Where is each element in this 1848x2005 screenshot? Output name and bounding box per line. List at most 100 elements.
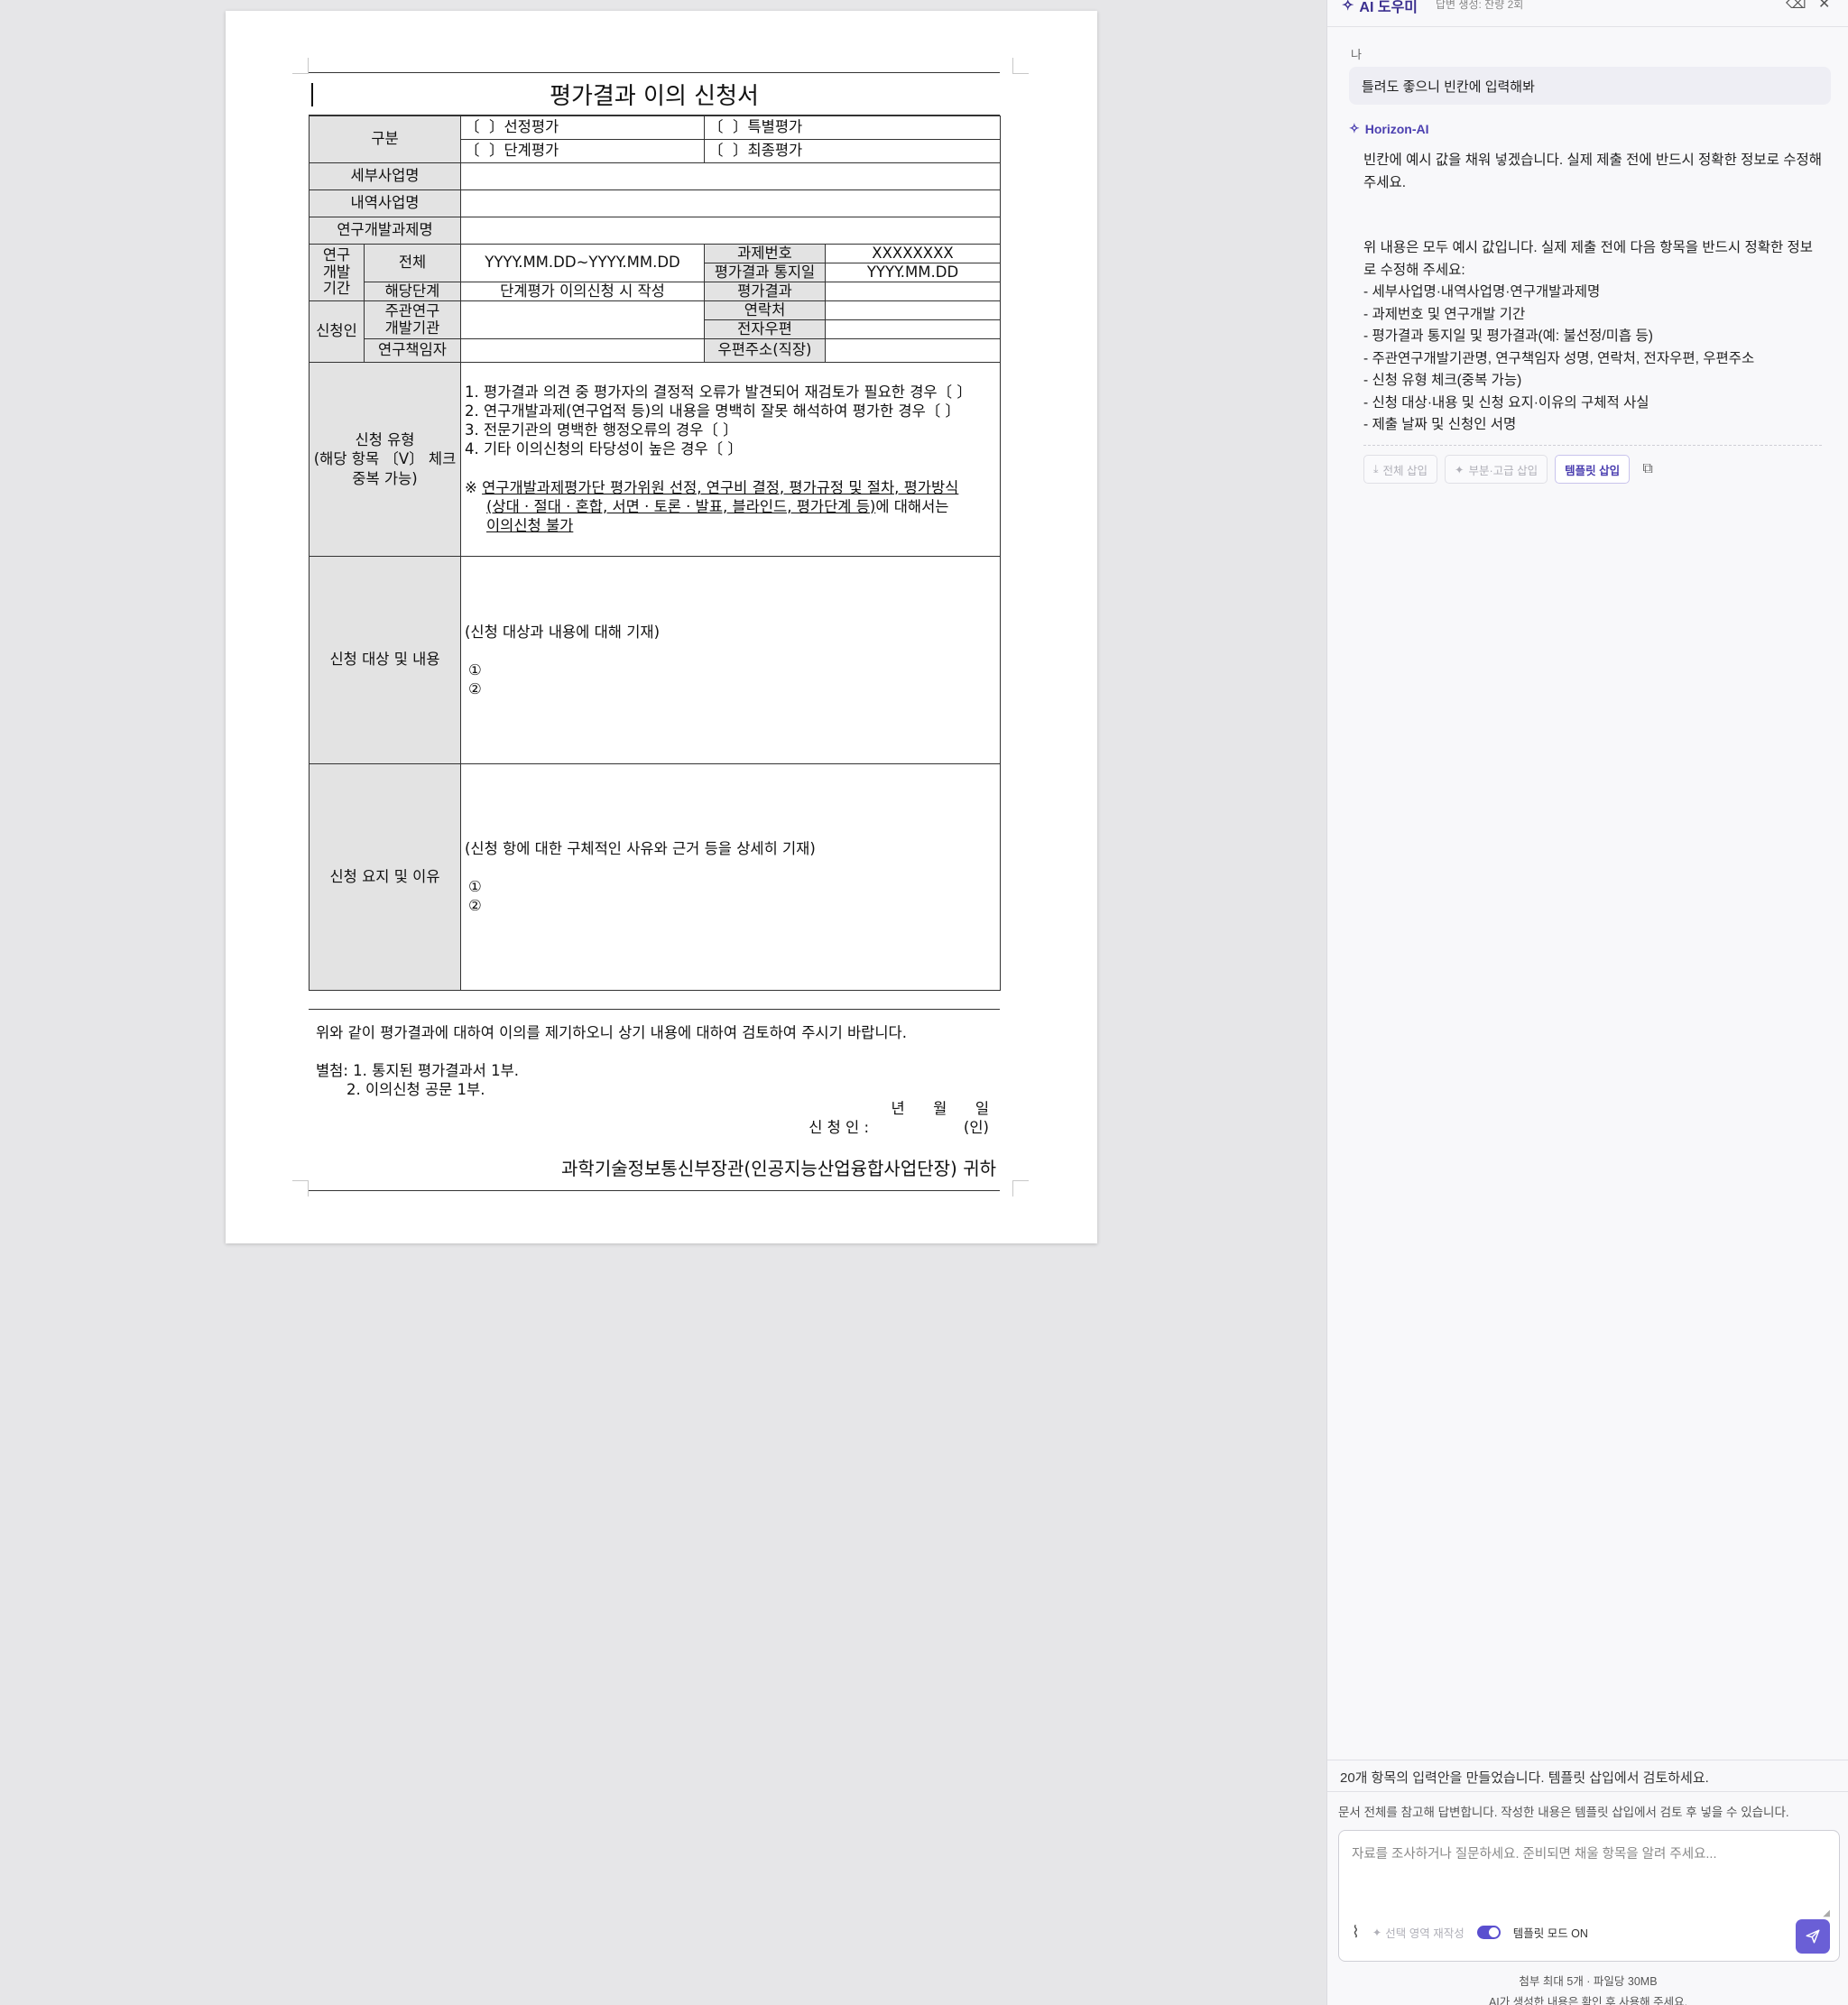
item-business-label: 내역사업명 [309,189,461,217]
divider [1363,445,1822,446]
reason-hint: (신청 항에 대한 구체적인 사유와 근거 등을 상세히 기재) [465,840,816,857]
target-content-label: 신청 대상 및 내용 [309,556,461,764]
type-note: ※ 연구개발과제평가단 평가위원 선정, 연구비 결정, 평가규정 및 절차, … [465,478,959,534]
option-special-eval[interactable]: 〔 〕특별평가 [704,115,1001,140]
statement-text: 위와 같이 평가결과에 대하여 이의를 제기하오니 상기 내용에 대하여 검토하… [316,1024,907,1041]
address-label: 우편주소(직장) [704,338,826,363]
email-field[interactable] [825,319,1001,339]
crop-mark [1012,1180,1029,1197]
ai-list-item: - 세부사업명·내역사업명·연구개발과제명 [1363,284,1601,300]
ai-list-item: - 제출 날짜 및 신청인 서명 [1363,417,1517,432]
magic-wand-icon: ✦ [1372,1926,1382,1939]
eraser-icon[interactable]: ⌫ [1786,0,1806,13]
ai-list-item: - 신청 유형 체크(중복 가능) [1363,373,1522,388]
ai-message: 빈칸에 예시 값을 채워 넣겠습니다. 실제 제출 전에 반드시 정확한 정보로… [1363,150,1824,437]
target-item-2[interactable]: ② [465,679,996,698]
item-business-field[interactable] [460,189,1001,217]
insert-partial-button[interactable]: ✦ 부분·고급 삽입 [1445,455,1548,484]
ai-list-item: - 평가결과 통지일 및 평가결과(예: 불선정/미흡 등) [1363,328,1653,344]
target-content-cell[interactable]: (신청 대상과 내용에 대해 기재) ① ② [460,556,1001,764]
document-content[interactable]: 평가결과 이의 신청서 구분 〔 〕선정평가 〔 〕특별평가 〔 〕단계평가 〔… [309,72,1001,1191]
template-mode-toggle[interactable] [1476,1926,1501,1939]
option-stage-eval[interactable]: 〔 〕단계평가 [460,139,705,163]
application-form-table: 구분 〔 〕선정평가 〔 〕특별평가 〔 〕단계평가 〔 〕최종평가 세부사업명… [309,115,1001,991]
signature-line: 신 청 인 : (인) [808,1119,989,1136]
rewrite-selection-button[interactable]: ✦ 선택 영역 재작성 [1372,1924,1465,1941]
target-hint: (신청 대상과 내용에 대해 기재) [465,623,661,641]
detail-business-label: 세부사업명 [309,162,461,190]
target-item-1[interactable]: ① [465,661,996,679]
ai-actions: ⤓ 전체 삽입 ✦ 부분·고급 삽입 템플릿 삽입 ⧉ [1363,455,1659,484]
application-type-cell[interactable]: 1. 평가결과 의견 중 평가자의 결정적 오류가 발견되어 재검토가 필요한 … [460,362,1001,557]
insert-template-button[interactable]: 템플릿 삽입 [1555,455,1631,484]
form-footer[interactable]: 위와 같이 평가결과에 대하여 이의를 제기하오니 상기 내용에 대하여 검토하… [309,1009,1000,1191]
eval-result-label: 평가결과 [704,282,826,301]
ai-disclaimer: AI가 생성한 내용은 확인 후 사용해 주세요. [1488,1996,1688,2005]
attachment-2: 2. 이의신청 공문 1부. [346,1081,485,1098]
crop-mark [292,1180,309,1197]
status-message: 20개 항목의 입력안을 만들었습니다. 템플릿 삽입에서 검토하세요. [1327,1760,1848,1792]
crop-mark [292,58,309,74]
text-cursor [311,83,313,106]
detail-business-field[interactable] [460,162,1001,190]
reason-item-2[interactable]: ② [465,896,996,915]
type-item-1[interactable]: 1. 평가결과 의견 중 평가자의 결정적 오류가 발견되어 재검토가 필요한 … [465,383,996,403]
contact-label: 연락처 [704,300,826,320]
ai-assistant-panel: ✧ AI 도우미 답변 생성: 잔량 2회 ⌫ ✕ 나 틀려도 좋으니 빈칸에 … [1326,0,1848,2005]
panel-title: ✧ AI 도우미 [1342,0,1418,16]
rnd-task-label: 연구개발과제명 [309,217,461,245]
gubun-label: 구분 [309,115,461,163]
reason-cell[interactable]: (신청 항에 대한 구체적인 사유와 근거 등을 상세히 기재) ① ② [460,763,1001,991]
task-number-label: 과제번호 [704,244,826,263]
ai-list-item: - 주관연구개발기관명, 연구책임자 성명, 연락처, 전자우편, 우편주소 [1363,350,1755,366]
copy-icon[interactable]: ⧉ [1637,461,1659,477]
option-selection-eval[interactable]: 〔 〕선정평가 [460,115,705,140]
notice-date-value[interactable]: YYYY.MM.DD [825,263,1001,282]
reason-label: 신청 요지 및 이유 [309,763,461,991]
type-item-2[interactable]: 2. 연구개발과제(연구업적 등)의 내용을 명백히 잘못 해석하여 평가한 경… [465,402,996,422]
info-text: 문서 전체를 참고해 답변합니다. 작성한 내용은 템플릿 삽입에서 검토 후 … [1338,1806,1789,1819]
applicant-label: 신청인 [309,300,365,363]
task-number-value[interactable]: XXXXXXXX [825,244,1001,263]
user-label: 나 [1351,48,1362,61]
address-field[interactable] [825,338,1001,363]
option-final-eval[interactable]: 〔 〕최종평가 [704,139,1001,163]
pi-field[interactable] [460,338,705,363]
ai-name: ✧ Horizon-AI [1349,121,1429,136]
period-label: 연구 개발 기간 [309,244,365,301]
total-period-label: 전체 [364,244,461,282]
pi-label: 연구책임자 [364,338,461,363]
stage-label: 해당단계 [364,282,461,301]
close-icon[interactable]: ✕ [1818,0,1830,13]
document-title[interactable]: 평가결과 이의 신청서 [309,72,1000,115]
panel-subtitle: 답변 생성: 잔량 2회 [1436,0,1524,11]
chat-input-box: ◢ ⌇ ✦ 선택 영역 재작성 템플릿 모드 ON [1338,1830,1840,1962]
resize-handle-icon[interactable]: ◢ [1823,1908,1830,1918]
send-icon [1806,1929,1820,1944]
lead-org-field[interactable] [460,300,705,339]
stage-value[interactable]: 단계평가 이의신청 시 작성 [460,282,705,301]
contact-field[interactable] [825,300,1001,320]
reason-item-1[interactable]: ① [465,877,996,896]
chat-input[interactable] [1339,1831,1839,1912]
template-mode-label: 템플릿 모드 ON [1512,1927,1588,1940]
sparkle-icon: ✧ [1342,0,1354,14]
ai-list-item: - 과제번호 및 연구개발 기간 [1363,306,1526,322]
notice-date-label: 평가결과 통지일 [704,263,826,282]
attachment-limit-note: 첨부 최대 5개 · 파일당 30MB [1519,1975,1658,1988]
insert-all-button[interactable]: ⤓ 전체 삽입 [1363,455,1438,484]
eval-result-field[interactable] [825,282,1001,301]
total-period-value[interactable]: YYYY.MM.DD~YYYY.MM.DD [460,244,705,282]
rnd-task-field[interactable] [460,217,1001,245]
paperclip-icon[interactable]: ⌇ [1352,1923,1360,1942]
type-item-3[interactable]: 3. 전문기관의 명백한 행정오류의 경우〔 〕 [465,421,996,441]
magic-wand-icon: ✦ [1455,463,1465,476]
sparkle-icon: ✧ [1349,121,1360,135]
ai-note: 위 내용은 모두 예시 값입니다. 실제 제출 전에 다음 항목을 반드시 정확… [1363,240,1814,278]
type-item-4[interactable]: 4. 기타 이의신청의 타당성이 높은 경우〔 〕 [465,440,996,460]
email-label: 전자우편 [704,319,826,339]
send-button[interactable] [1796,1919,1830,1954]
document-page: 평가결과 이의 신청서 구분 〔 〕선정평가 〔 〕특별평가 〔 〕단계평가 〔… [226,11,1097,1243]
application-type-label: 신청 유형 (해당 항목 〔V〕 체크 중복 가능) [309,362,461,557]
panel-header: ✧ AI 도우미 답변 생성: 잔량 2회 ⌫ ✕ [1327,0,1848,27]
